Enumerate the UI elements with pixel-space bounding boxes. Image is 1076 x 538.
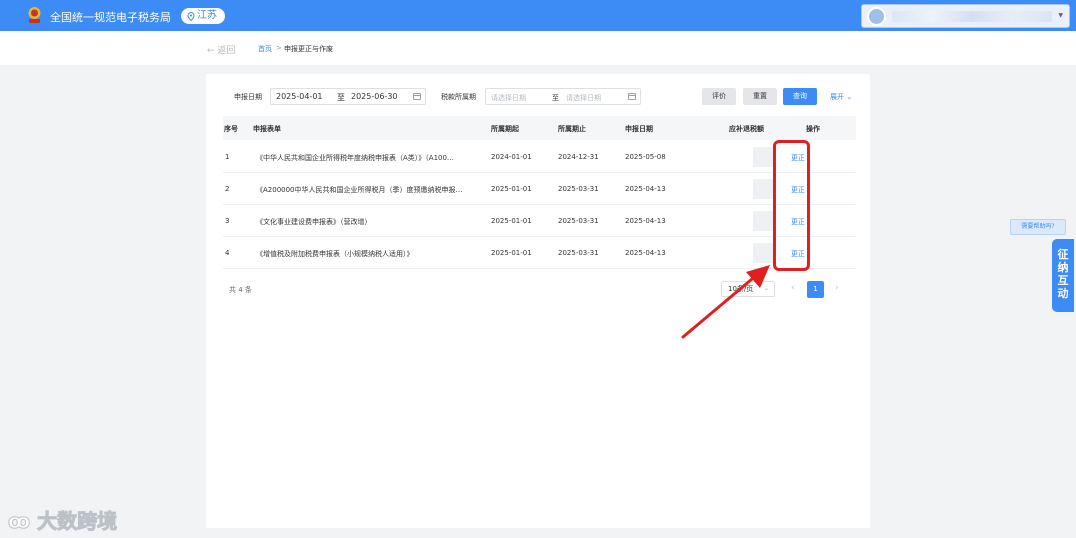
chevron-down-icon: ⌄ — [846, 93, 853, 101]
row-form: 《文化事业建设费申报表》（营改增） — [256, 218, 372, 226]
range-separator: 至 — [552, 94, 559, 102]
row-index: 2 — [225, 185, 230, 193]
interaction-side-tab[interactable]: 征 纳 互 动 — [1052, 239, 1074, 312]
table-row: 2 《A200000中华人民共和国企业所得税月（季）度预缴纳税申报… 2025-… — [223, 173, 856, 205]
location-pin-icon — [187, 11, 195, 21]
declare-date-label: 申报日期 — [234, 93, 262, 101]
avatar-icon — [867, 7, 886, 26]
declare-end-value: 2025-06-30 — [351, 92, 398, 101]
row-declare-date: 2025-04-13 — [625, 249, 666, 257]
period-end-placeholder: 请选择日期 — [566, 94, 601, 102]
side-tab-char: 征 — [1057, 248, 1069, 261]
col-amount: 应补退税额 — [729, 125, 764, 133]
amount-redacted — [753, 211, 775, 231]
row-period-end: 2025-03-31 — [558, 217, 599, 225]
amount-redacted — [753, 243, 775, 263]
expand-toggle[interactable]: 展开 ⌄ — [830, 92, 852, 102]
annotation-highlight-box — [773, 140, 810, 271]
row-period-end: 2025-03-31 — [558, 249, 599, 257]
query-button[interactable]: 查询 — [783, 88, 817, 105]
back-label: 返回 — [217, 46, 236, 56]
tax-emblem-icon — [28, 7, 41, 23]
col-period-end: 所属期止 — [558, 125, 586, 133]
side-tab-char: 互 — [1057, 274, 1069, 287]
page-number-current[interactable]: 1 — [807, 281, 824, 298]
reset-button[interactable]: 重置 — [743, 88, 777, 105]
watermark: ꝏ 大数跨境 — [7, 505, 118, 534]
back-button[interactable]: ← 返回 — [207, 43, 235, 56]
tax-period-label: 税款所属期 — [441, 93, 476, 101]
caret-down-icon: ▼ — [1058, 12, 1063, 19]
province-label: 江苏 — [197, 10, 217, 21]
site-title: 全国统一规范电子税务局 — [50, 11, 171, 24]
row-period-end: 2025-03-31 — [558, 185, 599, 193]
side-tab-char: 动 — [1057, 287, 1069, 300]
side-tab-char: 纳 — [1057, 261, 1069, 274]
calendar-icon — [628, 93, 636, 100]
row-index: 1 — [225, 153, 230, 161]
total-count: 共 4 条 — [229, 286, 252, 294]
period-start-placeholder: 请选择日期 — [491, 94, 526, 102]
declare-start-value: 2025-04-01 — [276, 92, 323, 101]
breadcrumb-separator: > — [276, 44, 282, 52]
arrow-left-icon: ← — [207, 46, 218, 56]
row-index: 3 — [225, 217, 230, 225]
province-selector[interactable]: 江苏 — [181, 8, 225, 24]
row-form: 《A200000中华人民共和国企业所得税月（季）度预缴纳税申报… — [256, 186, 463, 194]
row-index: 4 — [225, 249, 230, 257]
col-index: 序号 — [224, 125, 238, 133]
next-page-button[interactable]: › — [835, 283, 839, 293]
evaluate-button[interactable]: 评价 — [702, 88, 736, 105]
user-menu[interactable]: ▼ — [861, 4, 1070, 28]
col-action: 操作 — [806, 125, 820, 133]
annotation-arrow-icon — [681, 265, 770, 339]
col-period-start: 所属期起 — [491, 125, 519, 133]
breadcrumb-current: 申报更正与作废 — [284, 45, 333, 53]
row-period-start: 2024-01-01 — [491, 153, 532, 161]
row-period-start: 2025-01-01 — [491, 217, 532, 225]
col-declare-date: 申报日期 — [625, 125, 653, 133]
row-declare-date: 2025-05-08 — [625, 153, 666, 161]
watermark-logo-icon: ꝏ — [7, 509, 38, 534]
table-row: 3 《文化事业建设费申报表》（营改增） 2025-01-01 2025-03-3… — [223, 205, 856, 237]
col-form: 申报表单 — [253, 125, 281, 133]
top-header: 全国统一规范电子税务局 江苏 ▼ — [0, 0, 1076, 31]
expand-label: 展开 — [830, 93, 844, 101]
row-form: 《增值税及附加税费申报表（小规模纳税人适用）》 — [256, 250, 414, 258]
table-header: 序号 申报表单 所属期起 所属期止 申报日期 应补退税额 操作 — [223, 116, 856, 140]
help-button[interactable]: 需要帮助吗? — [1010, 219, 1066, 235]
table-row: 1 《中华人民共和国企业所得税年度纳税申报表（A类）》（A100… 2024-0… — [223, 141, 856, 173]
row-period-end: 2024-12-31 — [558, 153, 599, 161]
watermark-text: 大数跨境 — [37, 509, 118, 534]
amount-redacted — [753, 147, 775, 167]
user-name-redacted — [892, 11, 1052, 22]
row-period-start: 2025-01-01 — [491, 249, 532, 257]
calendar-icon — [413, 93, 421, 100]
breadcrumb: ← 返回 首页 > 申报更正与作废 — [0, 31, 1076, 65]
declare-date-range[interactable]: 2025-04-01 至 2025-06-30 — [270, 88, 426, 105]
amount-redacted — [753, 179, 775, 199]
row-declare-date: 2025-04-13 — [625, 185, 666, 193]
tax-period-range[interactable]: 请选择日期 至 请选择日期 — [485, 88, 641, 105]
breadcrumb-home[interactable]: 首页 — [258, 44, 272, 54]
row-declare-date: 2025-04-13 — [625, 217, 666, 225]
row-form: 《中华人民共和国企业所得税年度纳税申报表（A类）》（A100… — [256, 154, 454, 162]
range-separator: 至 — [337, 93, 345, 102]
prev-page-button[interactable]: ‹ — [791, 283, 795, 293]
row-period-start: 2025-01-01 — [491, 185, 532, 193]
